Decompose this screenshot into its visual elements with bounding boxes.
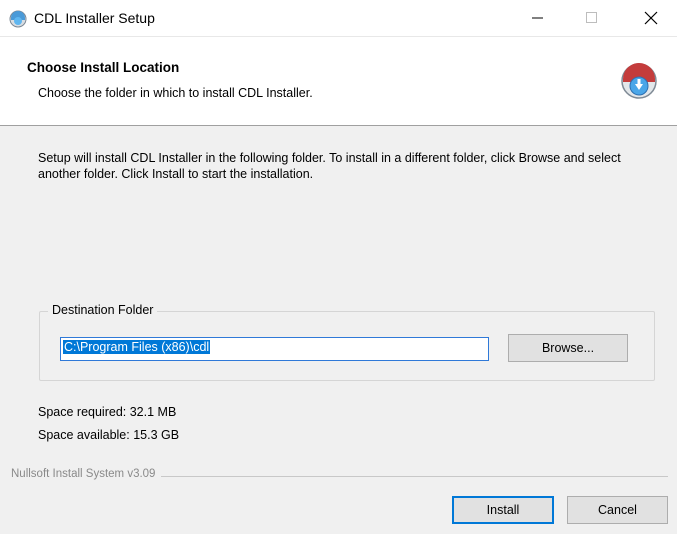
window-title: CDL Installer Setup (34, 10, 155, 26)
close-button[interactable] (628, 0, 674, 36)
page-subtitle: Choose the folder in which to install CD… (38, 86, 313, 100)
browse-button[interactable]: Browse... (508, 334, 628, 362)
installer-app-icon (9, 10, 27, 28)
cancel-button[interactable]: Cancel (567, 496, 668, 524)
install-button[interactable]: Install (452, 496, 554, 524)
destination-folder-label: Destination Folder (48, 303, 158, 317)
close-icon (644, 11, 658, 25)
page-header: Choose Install Location Choose the folde… (0, 37, 677, 126)
minimize-icon (532, 17, 543, 19)
space-required: Space required: 32.1 MB (38, 405, 177, 419)
maximize-icon (586, 12, 597, 23)
installer-branding: Nullsoft Install System v3.09 (11, 468, 162, 480)
title-bar: CDL Installer Setup (0, 0, 677, 37)
maximize-button[interactable] (569, 0, 615, 36)
page-title: Choose Install Location (27, 60, 180, 75)
minimize-button[interactable] (515, 0, 561, 36)
install-instructions: Setup will install CDL Installer in the … (38, 151, 621, 181)
installer-globe-icon (621, 63, 657, 99)
destination-path-input[interactable]: C:\Program Files (x86)\cdl (60, 337, 489, 361)
space-available: Space available: 15.3 GB (38, 428, 180, 442)
destination-path-text: C:\Program Files (x86)\cdl (63, 340, 211, 354)
